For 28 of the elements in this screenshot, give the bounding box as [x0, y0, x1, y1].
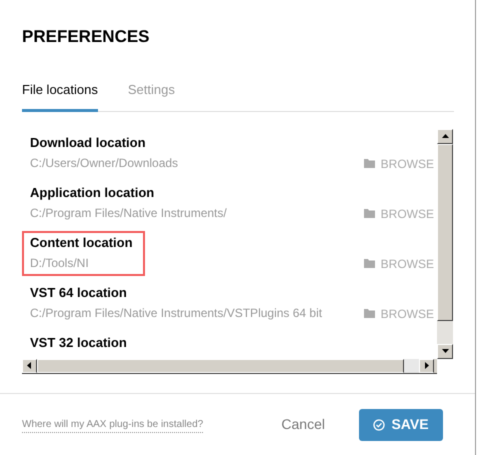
folder-icon [364, 159, 375, 168]
tab[interactable]: File locations [22, 80, 98, 112]
horizontal-scrollbar[interactable] [22, 358, 437, 374]
browse-button[interactable]: BROWSE [364, 204, 434, 222]
vertical-scrollbar[interactable] [437, 128, 453, 358]
browse-button[interactable]: BROWSE [364, 154, 434, 172]
aax-help-link[interactable]: Where will my AAX plug-ins be installed? [22, 416, 204, 432]
save-button[interactable]: SAVE [359, 408, 443, 440]
dialog-title: PREFERENCES [22, 27, 151, 47]
location-path: C:/Program Files/Native Instruments/ [30, 206, 227, 220]
location-path: D:/Tools/NI [30, 256, 90, 270]
folder-icon [364, 259, 375, 268]
location-path: C:/Users/Owner/Downloads [30, 156, 178, 170]
browse-button[interactable]: BROWSE [364, 304, 434, 322]
scroll-thumb[interactable] [437, 144, 453, 320]
tab[interactable]: Settings [128, 80, 175, 112]
check-circle-icon [373, 418, 386, 430]
location-label: VST 32 location [30, 334, 127, 350]
location-label: VST 64 location [30, 284, 128, 300]
scroll-thumb[interactable] [37, 358, 404, 372]
location-path: C:/Program Files/Native Instruments/VSTPlugins 64 bit [30, 306, 322, 320]
cancel-button[interactable]: Cancel [281, 414, 325, 435]
location-label: Content location [30, 234, 133, 250]
folder-icon [364, 309, 375, 318]
location-label: Download location [30, 134, 147, 150]
browse-button[interactable]: BROWSE [364, 254, 434, 272]
location-label: Application location [30, 184, 156, 200]
folder-icon [364, 209, 375, 218]
